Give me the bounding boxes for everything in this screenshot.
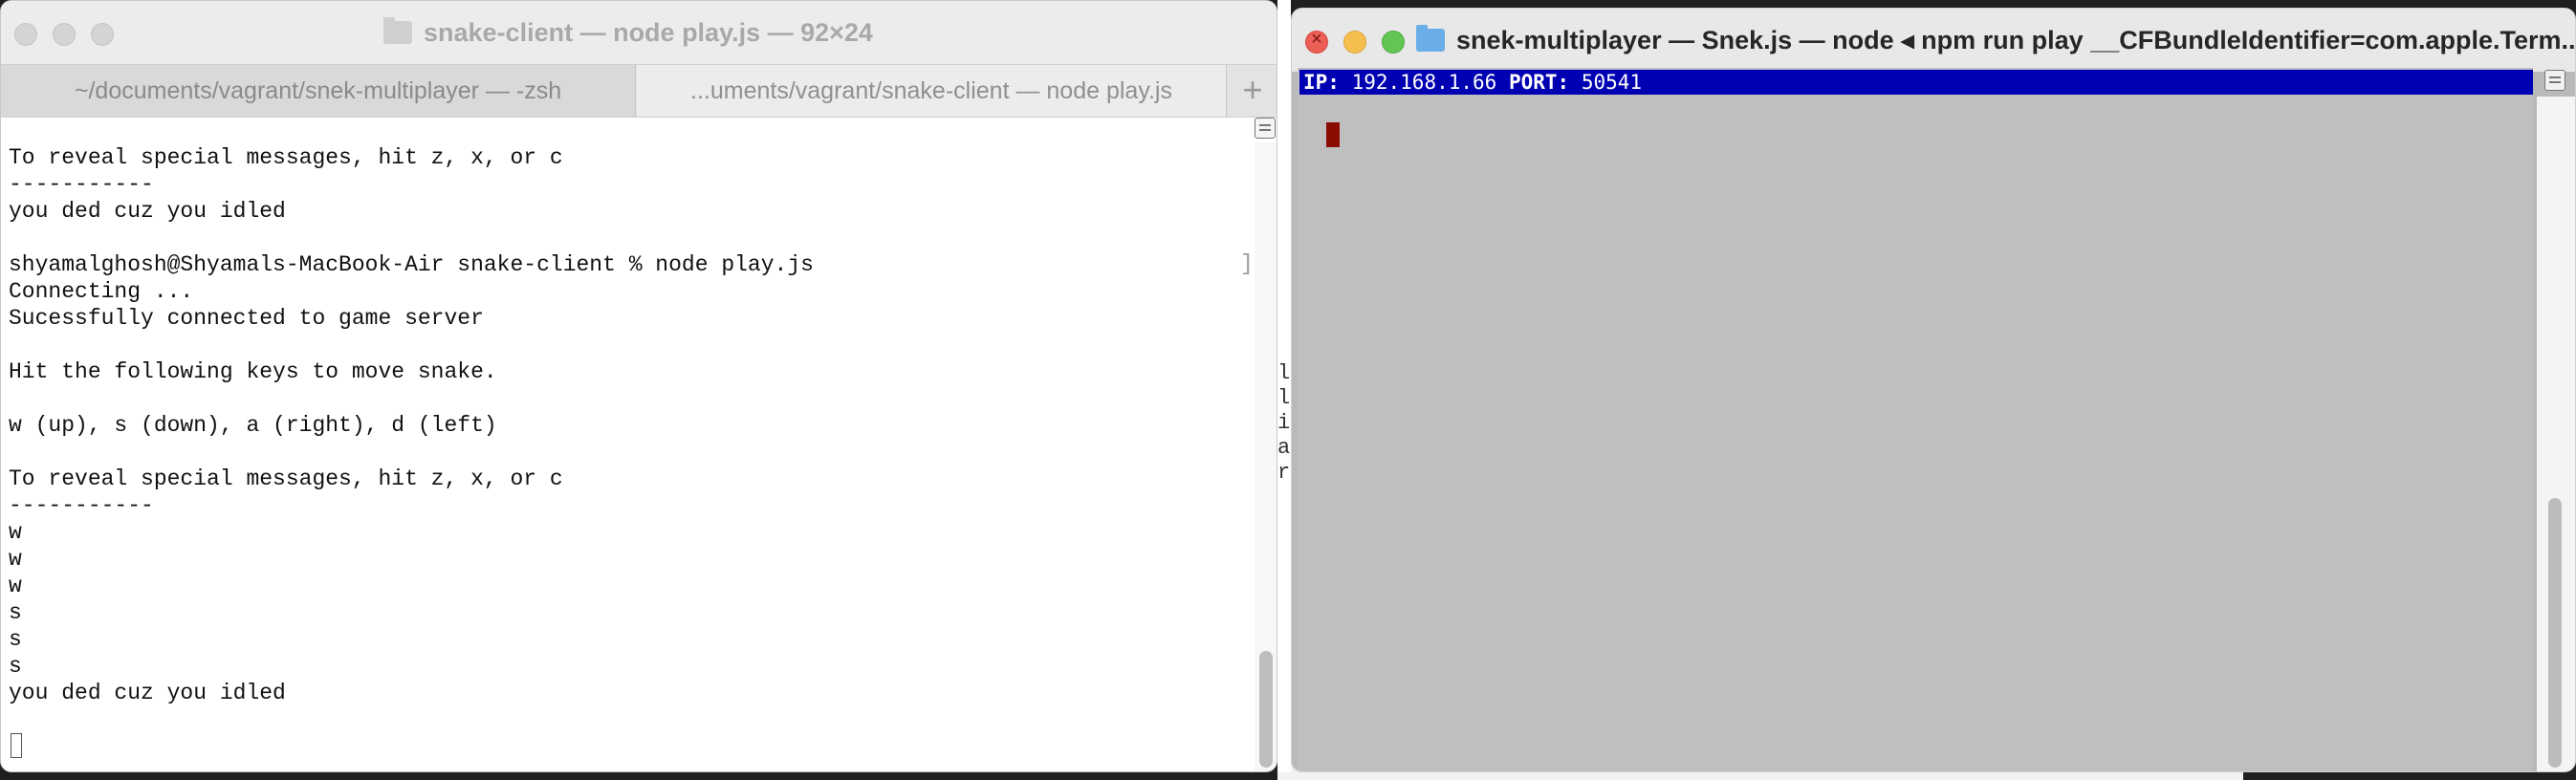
minimize-button[interactable] — [1343, 31, 1366, 54]
background-text-line: rt — [1277, 461, 1291, 485]
terminal-window-snek-multiplayer[interactable]: snek-multiplayer — Snek.js — node ◂ npm … — [1291, 8, 2576, 772]
folder-icon — [383, 17, 412, 44]
terminal-line: Connecting ... — [9, 279, 194, 304]
folder-icon — [1416, 25, 1445, 52]
terminal-line: w — [9, 547, 22, 572]
marks-menu-icon[interactable] — [1255, 118, 1276, 139]
background-text-line: a — [1277, 436, 1291, 460]
snake-segment — [1326, 122, 1340, 147]
terminal-line: Hit the following keys to move snake. — [9, 359, 497, 384]
window-title-text: snek-multiplayer — Snek.js — node ◂ npm … — [1456, 26, 2576, 54]
terminal-line: Sucessfully connected to game server — [9, 306, 484, 331]
terminal-line: you ded cuz you idled — [9, 199, 286, 224]
terminal-line: w — [9, 520, 22, 545]
zoom-button[interactable] — [1382, 31, 1405, 54]
terminal-line: ----------- — [9, 493, 154, 518]
terminal-line: s — [9, 627, 22, 652]
marks-menu-icon[interactable] — [2544, 70, 2565, 91]
background-text-line: i — [1277, 411, 1291, 435]
background-text-line: la — [1277, 386, 1291, 410]
window-titlebar[interactable]: snake-client — node play.js — 92×24 — [1, 1, 1277, 64]
game-board[interactable] — [1298, 68, 2533, 771]
minimize-button[interactable] — [53, 23, 76, 46]
terminal-line: w (up), s (down), a (right), d (left) — [9, 413, 497, 438]
terminal-line: To reveal special messages, hit z, x, or… — [9, 145, 563, 170]
background-window-text: la la i a rt — [1277, 0, 1291, 772]
tab-bar: ~/documents/vagrant/snek-multiplayer — -… — [1, 64, 1277, 118]
scrollbar-thumb[interactable] — [1259, 651, 1273, 768]
new-tab-button[interactable]: + — [1226, 65, 1277, 117]
terminal-line: you ded cuz you idled — [9, 681, 286, 705]
window-title: snake-client — node play.js — 92×24 — [383, 1, 873, 64]
terminal-line: s — [9, 600, 22, 625]
terminal-window-snake-client[interactable]: snake-client — node play.js — 92×24 ~/do… — [0, 0, 1277, 772]
tab-snek-multiplayer[interactable]: ~/documents/vagrant/snek-multiplayer — -… — [1, 65, 636, 117]
zoom-button[interactable] — [91, 23, 114, 46]
close-button[interactable] — [14, 23, 37, 46]
close-button[interactable] — [1305, 29, 1328, 54]
ip-value: 192.168.1.66 — [1351, 71, 1497, 94]
window-title: snek-multiplayer — Snek.js — node ◂ npm … — [1416, 9, 2576, 72]
port-value: 50541 — [1581, 71, 1643, 94]
background-text-line: la — [1277, 361, 1291, 385]
port-label: PORT: — [1508, 71, 1570, 94]
terminal-line: s — [9, 654, 22, 679]
ip-label: IP: — [1303, 71, 1340, 94]
tab-snake-client[interactable]: ...uments/vagrant/snake-client — node pl… — [637, 65, 1226, 117]
server-status-bar: IP: 192.168.1.66 PORT: 50541 — [1299, 70, 2533, 95]
terminal-cursor — [11, 733, 22, 758]
window-titlebar[interactable]: snek-multiplayer — Snek.js — node ◂ npm … — [1292, 9, 2575, 72]
scrollbar-thumb[interactable] — [2548, 498, 2562, 768]
terminal-line: w — [9, 574, 22, 598]
terminal-line: To reveal special messages, hit z, x, or… — [9, 466, 563, 491]
terminal-line: ----------- — [9, 172, 154, 197]
terminal-line: shyamalghosh@Shyamals-MacBook-Air snake-… — [9, 252, 814, 277]
window-title-text: snake-client — node play.js — 92×24 — [424, 18, 873, 47]
line-mark: ] — [1240, 251, 1254, 276]
terminal-output[interactable]: To reveal special messages, hit z, x, or… — [1, 118, 1254, 771]
